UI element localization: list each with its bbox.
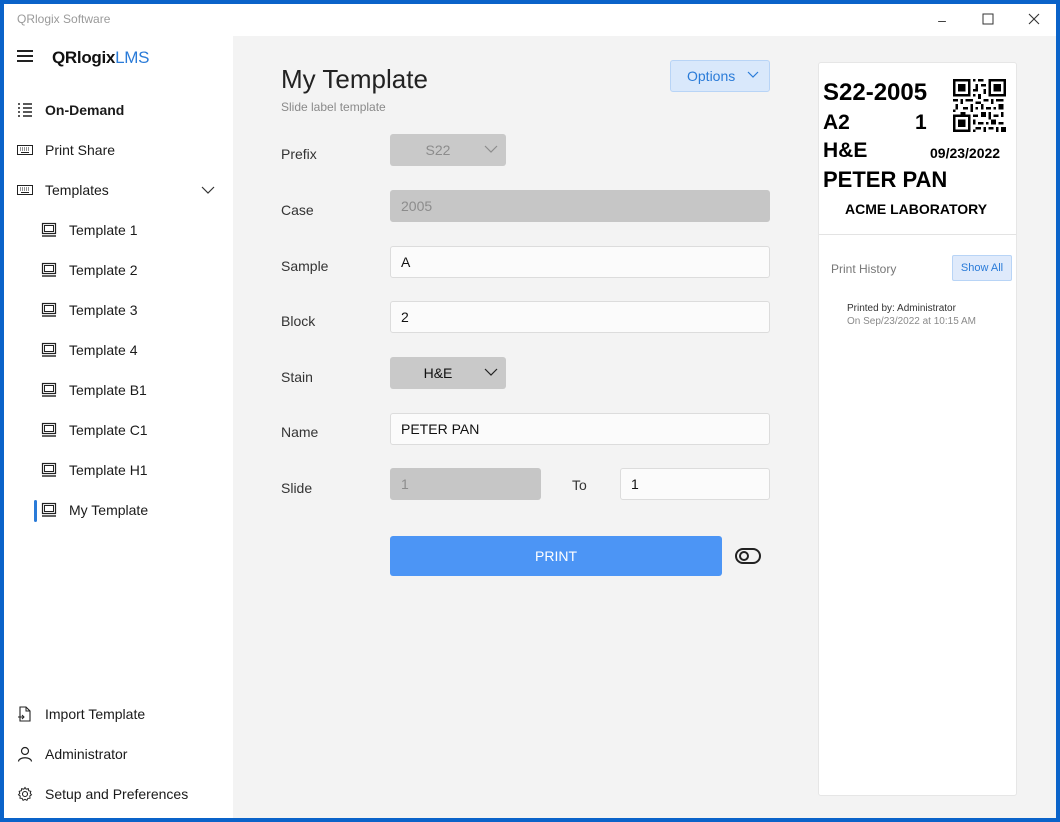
sidebar-item-label: Template 3 xyxy=(69,302,138,318)
app-title: QRlogix Software xyxy=(17,12,111,26)
main-content: My Template Slide label template Options… xyxy=(233,36,1056,818)
options-button[interactable]: Options xyxy=(670,60,770,92)
history-printed-on: On Sep/23/2022 at 10:15 AM xyxy=(847,316,976,327)
title-bar: QRlogix Software – xyxy=(4,4,1056,36)
sidebar-item-template-c1[interactable]: Template C1 xyxy=(4,412,233,448)
print-history-title: Print History xyxy=(831,262,897,276)
monitor-icon xyxy=(41,262,57,277)
sample-label: Sample xyxy=(281,258,329,274)
sidebar-item-template-b1[interactable]: Template B1 xyxy=(4,372,233,408)
sidebar-item-label: Template 4 xyxy=(69,342,138,358)
gear-icon xyxy=(17,786,33,801)
monitor-icon xyxy=(41,422,57,437)
close-icon[interactable] xyxy=(1024,10,1044,30)
sidebar-item-label: Template C1 xyxy=(69,422,148,438)
sidebar-item-template-h1[interactable]: Template H1 xyxy=(4,452,233,488)
minimize-icon[interactable]: – xyxy=(932,10,952,30)
history-printed-by: Printed by: Administrator xyxy=(847,303,956,314)
label-preview: S22-2005 A2 1 H&E 09/23/2022 PETER PAN A… xyxy=(819,63,1016,235)
preview-sample: A2 xyxy=(823,111,850,134)
monitor-icon xyxy=(41,502,57,517)
chevron-down-icon xyxy=(484,145,498,153)
sidebar-item-template-4[interactable]: Template 4 xyxy=(4,332,233,368)
sidebar-item-my-template[interactable]: My Template xyxy=(4,492,233,528)
monitor-icon xyxy=(41,342,57,357)
preview-stain: H&E xyxy=(823,139,868,162)
sidebar: QRlogixLMS On-Demand Print Share Templat… xyxy=(4,36,233,818)
monitor-icon xyxy=(41,222,57,237)
sidebar-item-template-2[interactable]: Template 2 xyxy=(4,252,233,288)
sidebar-item-administrator[interactable]: Administrator xyxy=(4,736,233,772)
sidebar-item-label: Print Share xyxy=(45,142,116,158)
sidebar-item-template-1[interactable]: Template 1 xyxy=(4,212,233,248)
to-label: To xyxy=(572,477,587,493)
app-window: QRlogix Software – QRlogixLMS On-Demand … xyxy=(4,4,1056,818)
sidebar-item-label: My Template xyxy=(69,502,149,518)
monitor-icon xyxy=(41,382,57,397)
preview-code: S22-2005 xyxy=(823,79,928,106)
page-subtitle: Slide label template xyxy=(281,100,386,114)
datamatrix-code-icon xyxy=(953,79,1006,132)
monitor-icon xyxy=(41,462,57,477)
hamburger-menu-icon[interactable] xyxy=(17,50,33,62)
sidebar-item-label: Template B1 xyxy=(69,382,147,398)
toggle-knob xyxy=(739,551,749,561)
sidebar-item-templates[interactable]: Templates xyxy=(4,172,233,208)
import-file-icon xyxy=(18,706,31,722)
sidebar-item-setup-preferences[interactable]: Setup and Preferences xyxy=(4,776,233,812)
slide-to-field[interactable]: 1 xyxy=(620,468,770,500)
sidebar-item-print-share[interactable]: Print Share xyxy=(4,132,233,168)
case-field[interactable]: 2005 xyxy=(390,190,770,222)
preview-name: PETER PAN xyxy=(823,167,948,192)
brand-logo: QRlogixLMS xyxy=(52,48,150,67)
keyboard-icon xyxy=(17,185,33,195)
prefix-dropdown[interactable]: S22 xyxy=(390,134,506,166)
print-button[interactable]: PRINT xyxy=(390,536,722,576)
sidebar-item-label: Template 1 xyxy=(69,222,138,238)
sidebar-item-label: Setup and Preferences xyxy=(45,786,189,802)
sidebar-item-label: On-Demand xyxy=(45,102,125,118)
preview-panel: S22-2005 A2 1 H&E 09/23/2022 PETER PAN A… xyxy=(818,62,1017,796)
preview-date: 09/23/2022 xyxy=(930,145,1001,161)
name-field[interactable]: PETER PAN xyxy=(390,413,770,445)
sidebar-item-label: Administrator xyxy=(45,746,128,762)
name-label: Name xyxy=(281,424,319,440)
sample-field[interactable]: A xyxy=(390,246,770,278)
block-field[interactable]: 2 xyxy=(390,301,770,333)
preview-block-count: 1 xyxy=(915,111,927,134)
slide-label: Slide xyxy=(281,480,313,496)
sidebar-item-import-template[interactable]: Import Template xyxy=(4,696,233,732)
stain-dropdown[interactable]: H&E xyxy=(390,357,506,389)
sidebar-item-label: Import Template xyxy=(45,706,146,722)
sidebar-item-template-3[interactable]: Template 3 xyxy=(4,292,233,328)
chevron-down-icon xyxy=(747,71,759,78)
block-label: Block xyxy=(281,313,316,329)
sidebar-item-label: Templates xyxy=(45,182,109,198)
sidebar-item-label: Template H1 xyxy=(69,462,148,478)
chevron-down-icon[interactable] xyxy=(200,182,216,198)
user-icon xyxy=(17,746,33,762)
maximize-icon[interactable] xyxy=(978,10,998,30)
list-icon xyxy=(18,103,32,117)
selection-indicator xyxy=(34,500,37,522)
show-all-button[interactable]: Show All xyxy=(952,255,1012,281)
sidebar-item-on-demand[interactable]: On-Demand xyxy=(4,92,233,128)
case-label: Case xyxy=(281,202,314,218)
page-title: My Template xyxy=(281,64,428,94)
sidebar-item-label: Template 2 xyxy=(69,262,138,278)
toggle-switch[interactable] xyxy=(735,548,761,564)
monitor-icon xyxy=(41,302,57,317)
stain-label: Stain xyxy=(281,369,313,385)
slide-from-field[interactable]: 1 xyxy=(390,468,541,500)
chevron-down-icon xyxy=(484,368,498,376)
keyboard-icon xyxy=(17,145,33,155)
preview-lab: ACME LABORATORY xyxy=(845,201,988,217)
prefix-label: Prefix xyxy=(281,146,317,162)
